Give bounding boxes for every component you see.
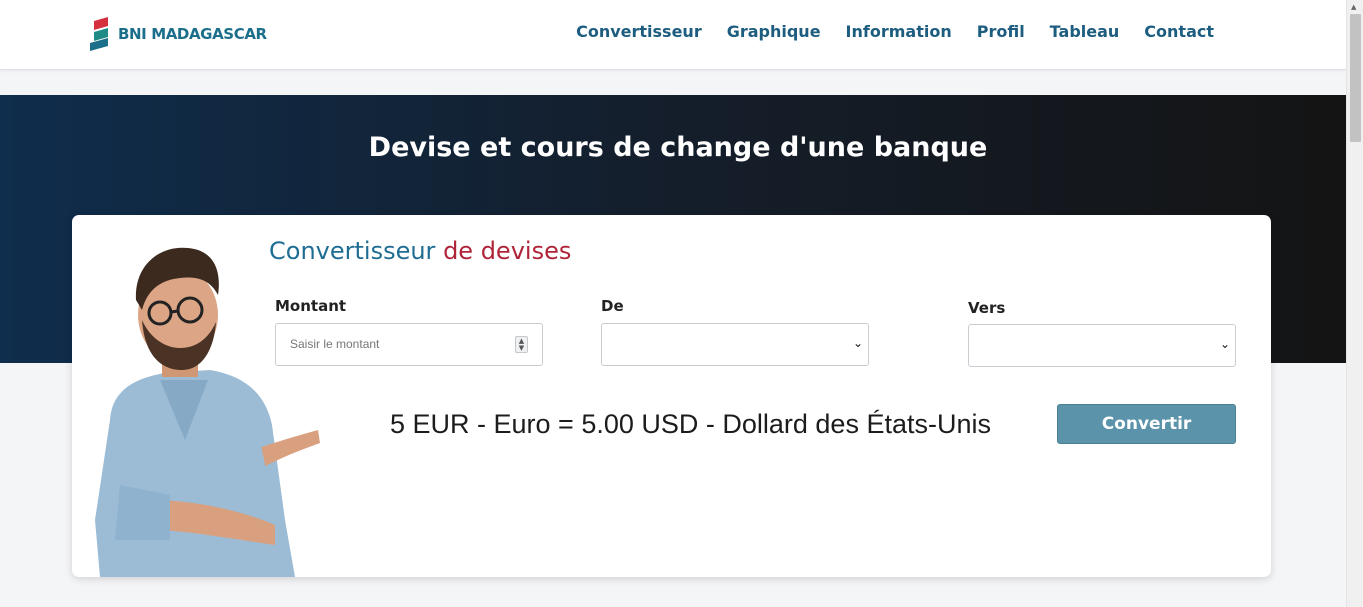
bni-logo-icon <box>90 17 108 51</box>
page-title: Devise et cours de change d'une banque <box>368 132 988 163</box>
amount-input[interactable]: Saisir le montant ▲ ▼ <box>275 323 543 366</box>
converter-title-part2: de devises <box>443 237 572 265</box>
main-nav: Convertisseur Graphique Information Prof… <box>576 22 1214 41</box>
page-scrollbar[interactable]: ▲ <box>1346 0 1363 607</box>
brand-logo[interactable]: BNI MADAGASCAR <box>90 17 267 51</box>
converter-card: Convertisseur de devises Montant Saisir … <box>72 215 1271 577</box>
converter-title: Convertisseur de devises <box>269 237 571 265</box>
nav-graphique[interactable]: Graphique <box>727 22 821 41</box>
person-pointing-illustration <box>95 247 320 577</box>
to-label: Vers <box>968 299 1006 317</box>
navbar: BNI MADAGASCAR Convertisseur Graphique I… <box>0 0 1346 70</box>
from-label: De <box>601 297 624 315</box>
to-currency-select[interactable]: ⌄ <box>968 324 1236 367</box>
conversion-result: 5 EUR - Euro = 5.00 USD - Dollard des Ét… <box>390 409 991 439</box>
number-spinner-icon[interactable]: ▲ ▼ <box>515 336 528 353</box>
amount-label: Montant <box>275 297 347 315</box>
convert-button[interactable]: Convertir <box>1057 404 1236 444</box>
nav-contact[interactable]: Contact <box>1144 22 1214 41</box>
nav-information[interactable]: Information <box>846 22 952 41</box>
converter-title-part1: Convertisseur <box>269 237 436 265</box>
brand-name: BNI MADAGASCAR <box>118 25 267 43</box>
scrollbar-thumb[interactable] <box>1350 14 1361 142</box>
from-currency-select[interactable]: ⌄ <box>601 323 869 366</box>
nav-profil[interactable]: Profil <box>977 22 1025 41</box>
nav-tableau[interactable]: Tableau <box>1050 22 1120 41</box>
chevron-down-icon: ⌄ <box>1219 337 1230 351</box>
amount-placeholder: Saisir le montant <box>290 337 380 351</box>
scroll-up-icon[interactable]: ▲ <box>1351 3 1356 11</box>
nav-convertisseur[interactable]: Convertisseur <box>576 22 702 41</box>
chevron-down-icon: ⌄ <box>852 336 863 350</box>
